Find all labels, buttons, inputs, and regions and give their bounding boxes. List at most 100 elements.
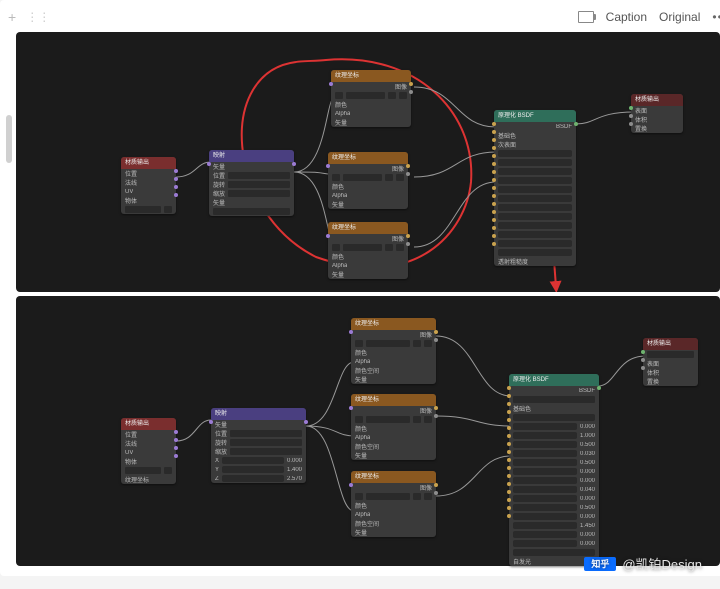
browse-button[interactable] (355, 340, 363, 347)
dropdown[interactable] (647, 351, 694, 358)
field[interactable] (228, 181, 290, 188)
slider[interactable] (513, 495, 577, 502)
socket-label: 颜色 (335, 100, 347, 109)
field[interactable] (125, 206, 161, 213)
image-field[interactable] (366, 493, 410, 500)
slider[interactable] (513, 540, 577, 547)
browse-button[interactable] (332, 174, 340, 181)
slider[interactable] (222, 457, 284, 464)
field[interactable] (230, 448, 302, 455)
slider[interactable] (513, 486, 577, 493)
slider[interactable] (513, 450, 577, 457)
image-field[interactable] (343, 174, 382, 181)
slider[interactable] (513, 477, 577, 484)
node-header: 映射 (211, 408, 306, 420)
node-image-texture-3[interactable]: 纹理坐标 图像 颜色 Alpha 矢量 (328, 222, 408, 279)
slider[interactable] (498, 195, 572, 202)
field[interactable] (125, 467, 161, 474)
color-swatch[interactable] (498, 150, 572, 157)
node-mapping[interactable]: 映射 矢量 位置 旋转 缩放 矢量 (209, 150, 294, 216)
folder-icon[interactable] (413, 340, 421, 347)
slider[interactable] (498, 168, 572, 175)
picker-button[interactable] (164, 206, 172, 213)
x-icon[interactable] (396, 174, 404, 181)
x-icon[interactable] (424, 416, 432, 423)
node-image-texture-2[interactable]: 纹理坐标 图像 颜色 Alpha 矢量 (328, 152, 408, 209)
slider[interactable] (222, 475, 284, 482)
slider[interactable] (513, 513, 577, 520)
folder-icon[interactable] (385, 244, 393, 251)
image-field[interactable] (366, 416, 410, 423)
folder-icon[interactable] (413, 416, 421, 423)
slider[interactable] (513, 468, 577, 475)
node-image-texture-1[interactable]: 纹理坐标 图像 颜色 Alpha 颜色空间 矢量 (351, 318, 436, 384)
slider[interactable] (498, 231, 572, 238)
emission-swatch[interactable] (498, 249, 572, 256)
original-button[interactable]: Original (659, 10, 700, 24)
add-icon[interactable]: + (8, 9, 16, 25)
field[interactable] (230, 439, 302, 446)
caption-button[interactable]: Caption (606, 10, 647, 24)
browse-button[interactable] (332, 244, 340, 251)
folder-icon[interactable] (388, 92, 396, 99)
browse-button[interactable] (335, 92, 343, 99)
browse-button[interactable] (355, 493, 363, 500)
node-principled-bsdf[interactable]: 原理化 BSDF BSDF 基础色 次表面 透射粗糙度 (494, 110, 576, 266)
slider[interactable] (498, 159, 572, 166)
browse-button[interactable] (355, 416, 363, 423)
x-icon[interactable] (399, 92, 407, 99)
node-material-output[interactable]: 材质输出 表面 体积 置换 (643, 338, 698, 386)
slider[interactable] (498, 240, 572, 247)
slider[interactable] (513, 504, 577, 511)
node-header: 纹理坐标 (351, 394, 436, 406)
node-header: 原理化 BSDF (494, 110, 576, 122)
color-swatch[interactable] (513, 414, 595, 421)
slider[interactable] (498, 204, 572, 211)
picker-button[interactable] (164, 467, 172, 474)
node-tex-coord[interactable]: 材质输出 位置 法线 UV 物体 (121, 157, 176, 214)
node-image-texture-2[interactable]: 纹理坐标 图像 颜色 Alpha 颜色空间 矢量 (351, 394, 436, 460)
slider[interactable] (498, 177, 572, 184)
dropdown[interactable] (513, 396, 595, 403)
field[interactable] (228, 172, 290, 179)
slider[interactable] (513, 441, 577, 448)
slider[interactable] (513, 459, 577, 466)
left-handle[interactable] (6, 115, 12, 163)
field[interactable] (230, 430, 302, 437)
socket-label: 矢量 (335, 118, 347, 127)
watermark: 知乎 @凯铂Design (584, 554, 702, 573)
image-toolbar: + ⋮⋮ Caption Original ••• (8, 6, 720, 28)
node-image-texture-3[interactable]: 纹理坐标 图像 颜色 Alpha 颜色空间 矢量 (351, 471, 436, 537)
slider[interactable] (498, 222, 572, 229)
image-field[interactable] (343, 244, 382, 251)
l: 基础色 (498, 131, 516, 140)
node-tex-coord[interactable]: 材质输出 位置 法线 UV 物体 纹理坐标 (121, 418, 176, 484)
slider[interactable] (513, 531, 577, 538)
more-icon[interactable]: ••• (712, 10, 720, 24)
slider[interactable] (498, 186, 572, 193)
drag-dots-icon[interactable]: ⋮⋮ (26, 10, 50, 24)
emission-swatch[interactable] (513, 549, 595, 556)
image-field[interactable] (346, 92, 385, 99)
l: 位置 (125, 430, 137, 439)
x-icon[interactable] (424, 493, 432, 500)
presentation-icon[interactable] (578, 11, 594, 23)
node-mapping[interactable]: 映射 矢量 位置 旋转 缩放 X0.000 Y1.400 Z2.570 (211, 408, 306, 483)
image-field[interactable] (366, 340, 410, 347)
field[interactable] (228, 190, 290, 197)
node-material-output[interactable]: 材质输出 表面 体积 置换 (631, 94, 683, 133)
slider[interactable] (513, 432, 577, 439)
l: 物体 (125, 457, 137, 466)
node-image-texture-1[interactable]: 纹理坐标 图像 颜色 Alpha 矢量 (331, 70, 411, 127)
slider[interactable] (513, 423, 577, 430)
folder-icon[interactable] (413, 493, 421, 500)
slider[interactable] (513, 522, 577, 529)
x-icon[interactable] (424, 340, 432, 347)
x-icon[interactable] (396, 244, 404, 251)
slider[interactable] (498, 213, 572, 220)
field[interactable] (213, 208, 290, 215)
slider[interactable] (222, 466, 284, 473)
node-principled-bsdf[interactable]: 原理化 BSDF BSDF 基础色 0.000 1.000 0.500 0.03… (509, 374, 599, 566)
folder-icon[interactable] (385, 174, 393, 181)
v: 1.450 (580, 523, 595, 529)
